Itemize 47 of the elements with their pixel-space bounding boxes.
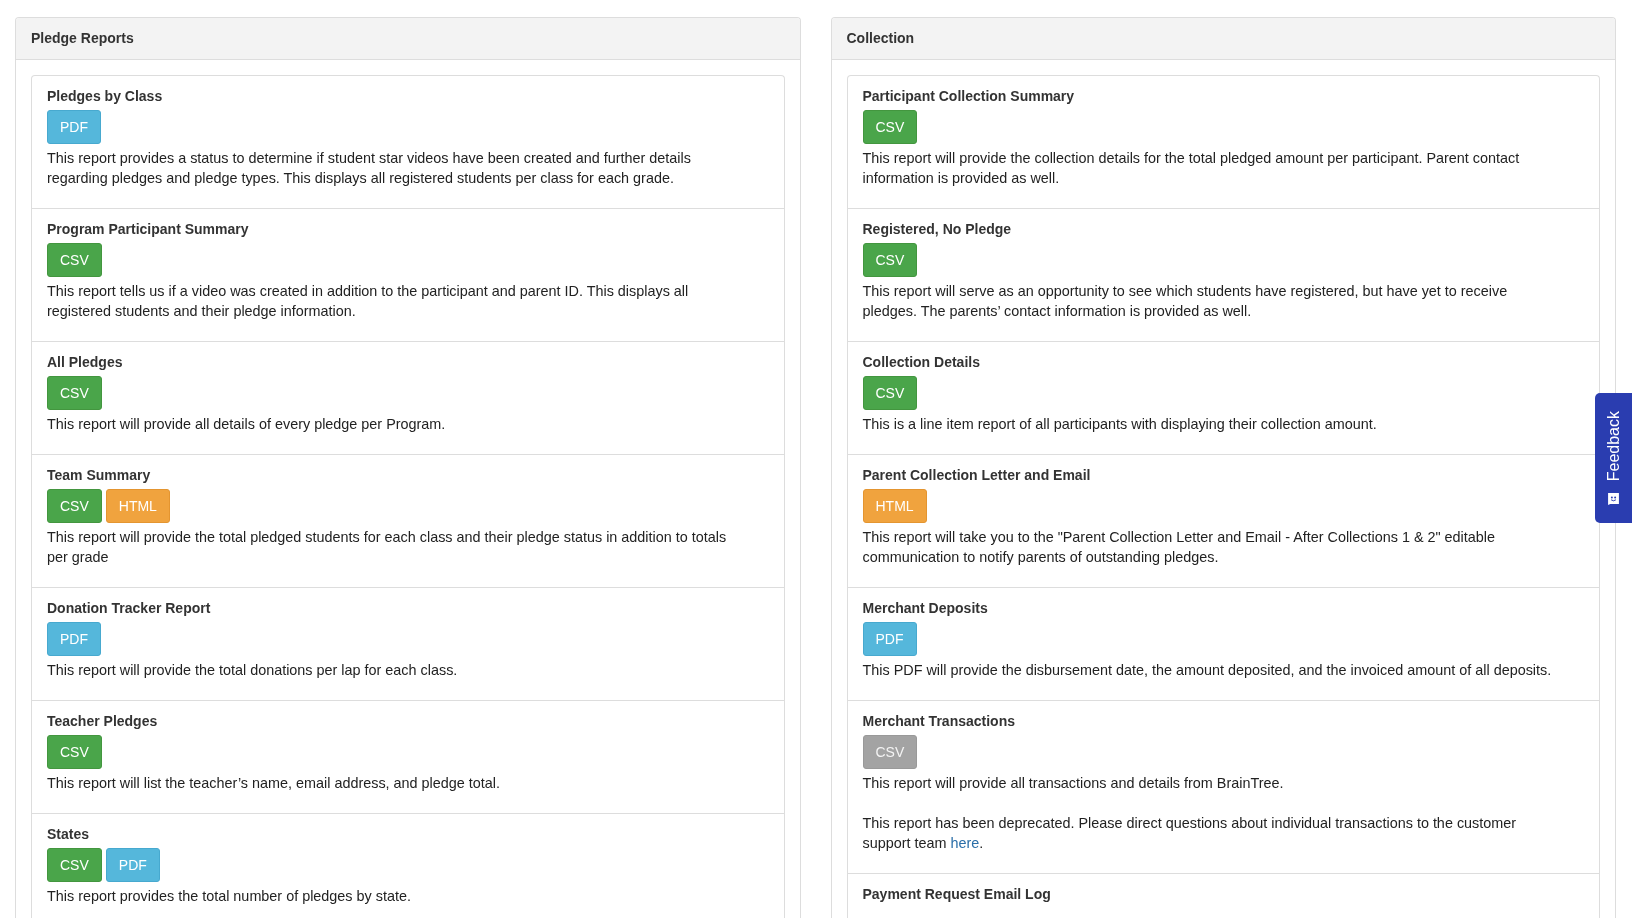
panel-heading: Collection bbox=[831, 18, 1615, 60]
report-description: This report has been deprecated. Please direct questions about individual transactions to the customer support team here. bbox=[862, 814, 1518, 853]
report-title: Participant Collection Summary bbox=[862, 87, 1076, 105]
report-title: Collection Details bbox=[862, 353, 981, 371]
report-title: All Pledges bbox=[47, 353, 124, 371]
report-title: Payment Request Email Log bbox=[862, 885, 1052, 903]
report-description: This report will provide the total donations per lap for each class. bbox=[47, 661, 459, 680]
report-title: Registered, No Pledge bbox=[862, 220, 1013, 238]
download-button[interactable]: CSV bbox=[47, 848, 102, 882]
report-title: Parent Collection Letter and Email bbox=[862, 466, 1092, 484]
report-description: This is a line item report of all participants with displaying their collection amount. bbox=[862, 415, 1378, 434]
here-link[interactable]: here bbox=[950, 835, 980, 851]
download-button[interactable]: CSV bbox=[862, 110, 918, 144]
download-button[interactable]: PDF bbox=[862, 622, 917, 656]
report-title: Teacher Pledges bbox=[47, 712, 159, 730]
report-description: This PDF will provide the disbursement date, the amount deposited, and the invoiced amount of all deposits. bbox=[862, 661, 1553, 680]
report-description: This report provides the total number of pledges by state. bbox=[47, 887, 412, 906]
panel-heading: Pledge Reports bbox=[16, 18, 800, 60]
report-title: Merchant Transactions bbox=[862, 712, 1016, 730]
download-button[interactable]: PDF bbox=[105, 848, 160, 882]
download-button[interactable]: CSV bbox=[862, 376, 918, 410]
report-description: This report tells us if a video was created in addition to the participant and parent ID. This displays all registered students and their pledge information. bbox=[47, 282, 690, 321]
report-title: States bbox=[47, 825, 91, 843]
download-button[interactable]: HTML bbox=[862, 489, 927, 523]
download-button[interactable]: PDF bbox=[47, 110, 101, 144]
report-description: This report will serve as an opportunity to see which students have registered, but have yet to receive pledges. The parents’ contact information is provided as well. bbox=[862, 282, 1509, 321]
download-button[interactable]: CSV bbox=[47, 489, 102, 523]
report-title: Team Summary bbox=[47, 466, 152, 484]
report-description: This report will list the teacher’s name, email address, and pledge total. bbox=[47, 774, 501, 793]
report-description: This report will provide all transactions and details from BrainTree. bbox=[862, 774, 1285, 793]
report-description: This report provides a status to determine if student star videos have been created and further details regarding pledges and pledge types. This displays all registered students per class for each grade. bbox=[47, 149, 692, 188]
download-button[interactable]: CSV bbox=[862, 243, 918, 277]
download-button[interactable]: CSV bbox=[47, 376, 102, 410]
report-description: This report will take you to the "Parent Collection Letter and Email - After Collections 1 & 2" editable communication to notify parents of outstanding pledges. bbox=[862, 528, 1497, 567]
report-description: This report will provide the collection details for the total pledged amount per participant. Parent contact information is provided as well. bbox=[862, 149, 1521, 188]
report-description: This report will provide the total pledged students for each class and their pledge status in addition to totals per grade bbox=[47, 528, 728, 567]
feedback-tab[interactable]: Feedback bbox=[1595, 393, 1632, 523]
smiley-icon bbox=[1607, 491, 1620, 505]
download-button[interactable]: HTML bbox=[105, 489, 170, 523]
report-description: This report will provide all details of every pledge per Program. bbox=[47, 415, 447, 434]
report-title: Merchant Deposits bbox=[862, 599, 989, 617]
report-title: Donation Tracker Report bbox=[47, 599, 212, 617]
download-button[interactable]: CSV bbox=[47, 735, 102, 769]
report-title: Pledges by Class bbox=[47, 87, 164, 105]
download-button[interactable]: CSV bbox=[47, 243, 102, 277]
download-button[interactable]: PDF bbox=[47, 622, 101, 656]
report-title: Program Participant Summary bbox=[47, 220, 250, 238]
